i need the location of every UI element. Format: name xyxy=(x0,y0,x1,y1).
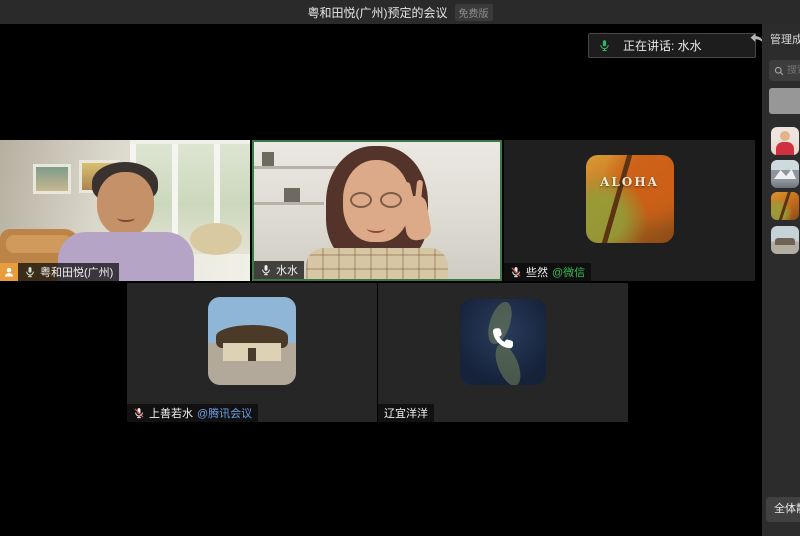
mic-muted-icon xyxy=(133,407,145,419)
branch xyxy=(599,155,632,243)
participant-name: 水水 xyxy=(276,262,298,278)
participant-list-avatar[interactable] xyxy=(771,226,799,254)
participant-name: 些然 xyxy=(526,264,548,280)
video-tile-avatar-building[interactable]: 上善若水@腾讯会议 xyxy=(127,283,377,422)
participant-name: 上善若水 xyxy=(149,405,193,421)
autumn-avatar: ALOHA xyxy=(586,155,674,243)
mic-on-icon xyxy=(260,264,272,276)
glasses xyxy=(350,192,372,208)
participant-list-avatar[interactable] xyxy=(771,160,799,188)
shelf xyxy=(254,166,346,169)
participant-list-avatar[interactable] xyxy=(771,127,799,155)
host-badge-icon xyxy=(0,263,18,281)
participant-search[interactable] xyxy=(769,60,800,81)
night-avatar xyxy=(460,299,546,385)
branch xyxy=(778,192,791,220)
sidebar-title: 管理成员 xyxy=(770,31,800,47)
video-tile-avatar-autumn[interactable]: ALOHA 些然@微信 xyxy=(504,140,755,281)
mountain-shape xyxy=(774,169,796,179)
participant-name-label: 些然@微信 xyxy=(504,263,591,281)
participant-source-suffix: @微信 xyxy=(552,264,585,280)
wall-painting xyxy=(33,164,71,194)
search-icon xyxy=(774,66,784,76)
speaking-banner-text: 正在讲话: 水水 xyxy=(623,37,702,54)
participant-name-label: 辽宜洋洋 xyxy=(378,404,434,422)
participant-list-avatar[interactable] xyxy=(771,192,799,220)
glasses xyxy=(380,192,402,208)
pouf xyxy=(190,223,242,255)
person-smile xyxy=(367,224,385,233)
avatar-head xyxy=(780,131,790,141)
video-tile-host[interactable]: 粤和田悦(广州) xyxy=(0,140,250,281)
building-door xyxy=(248,348,255,361)
participant-name-label: 粤和田悦(广州) xyxy=(18,263,119,281)
video-tile-speaking[interactable]: 水水 xyxy=(252,140,502,281)
shelf-item xyxy=(262,152,274,166)
phone-icon xyxy=(488,325,518,360)
meeting-window: 粤和田悦(广州)预定的会议 免费版 正在讲话: 水水 xyxy=(0,0,800,536)
person-head xyxy=(97,172,154,236)
participant-source-suffix: @腾讯会议 xyxy=(197,405,252,421)
speaking-banner: 正在讲话: 水水 xyxy=(588,33,756,58)
person-smile xyxy=(117,214,135,222)
video-tile-avatar-phone[interactable]: 辽宜洋洋 xyxy=(378,283,628,422)
participant-name: 粤和田悦(广州) xyxy=(40,264,113,280)
participants-sidebar: 管理成员 全体静音 xyxy=(762,24,800,536)
building-shape xyxy=(775,238,795,245)
search-input[interactable] xyxy=(787,65,800,76)
participant-name-label: 上善若水@腾讯会议 xyxy=(127,404,258,422)
video-feed-person xyxy=(254,142,500,279)
plaid-shirt xyxy=(306,248,448,281)
shelf-item xyxy=(284,188,300,202)
sidebar-panel-button[interactable] xyxy=(769,88,800,114)
participant-name: 辽宜洋洋 xyxy=(384,405,428,421)
mute-all-button[interactable]: 全体静音 xyxy=(766,497,800,522)
shelf xyxy=(254,202,324,205)
avatar-text: ALOHA xyxy=(586,175,674,189)
avatar-bust xyxy=(776,142,794,155)
mic-active-icon xyxy=(598,39,611,52)
participant-name-label: 水水 xyxy=(254,261,304,279)
building-avatar xyxy=(208,297,296,385)
meeting-title: 粤和田悦(广州)预定的会议 xyxy=(308,4,448,21)
mic-on-icon xyxy=(24,266,36,278)
mic-muted-icon xyxy=(510,266,522,278)
free-version-badge[interactable]: 免费版 xyxy=(455,4,493,21)
video-feed-living-room xyxy=(0,140,250,281)
title-bar: 粤和田悦(广州)预定的会议 免费版 xyxy=(0,0,800,24)
